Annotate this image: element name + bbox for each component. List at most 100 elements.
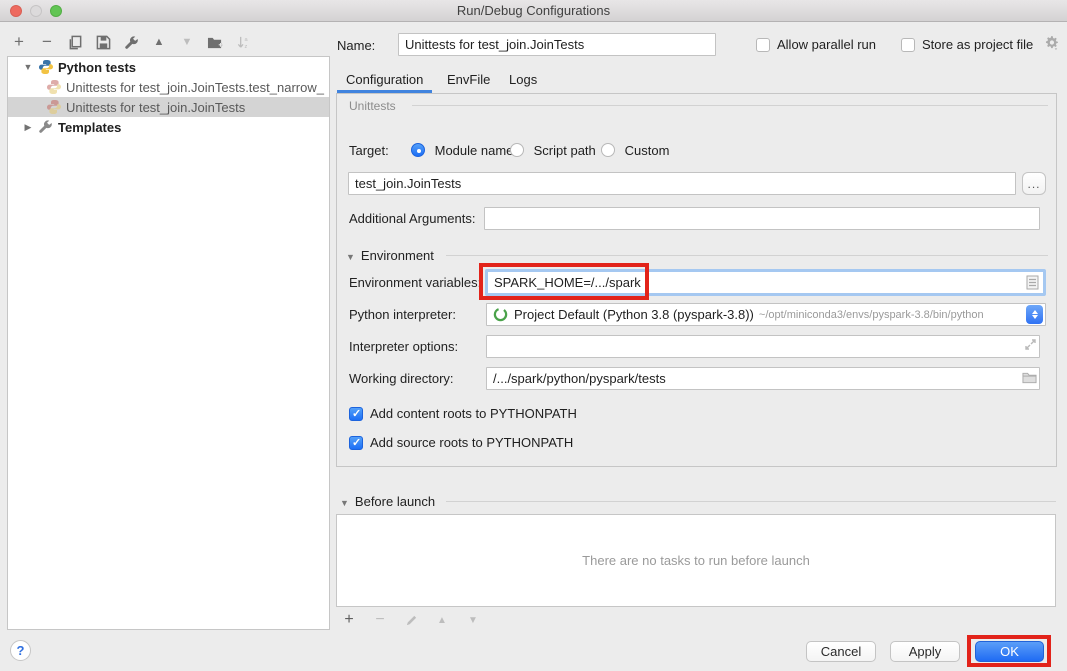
unittests-group-divider (412, 105, 1048, 106)
store-as-project-file-checkbox[interactable]: Store as project file (901, 37, 1033, 52)
browse-folder-icon[interactable] (1022, 371, 1037, 387)
target-value-input[interactable] (348, 172, 1016, 195)
allow-parallel-run-checkbox[interactable]: Allow parallel run (756, 37, 876, 52)
tree-item-label: Unittests for test_join.JoinTests.test_n… (66, 80, 324, 95)
environment-group-header[interactable]: ▼ Environment (346, 248, 434, 263)
tab-envfile[interactable]: EnvFile (447, 72, 490, 87)
close-window-button[interactable] (10, 5, 22, 17)
minimize-window-button[interactable] (30, 5, 42, 17)
configurations-toolbar: + − ▲ ▼ az (10, 30, 252, 54)
source-roots-label: Add source roots to PYTHONPATH (370, 435, 573, 450)
tree-item-label: Templates (58, 120, 121, 135)
python-interpreter-value: Project Default (Python 3.8 (pyspark-3.8… (514, 307, 754, 322)
remove-configuration-button[interactable]: − (38, 33, 56, 51)
move-down-icon: ▼ (178, 33, 196, 51)
target-radio-script-path[interactable]: Script path (510, 143, 596, 158)
tab-configuration[interactable]: Configuration (346, 72, 423, 87)
store-options-gear-icon[interactable] (1043, 34, 1060, 54)
interpreter-options-label: Interpreter options: (349, 339, 458, 354)
before-launch-toolbar: + − ▲ ▼ (340, 611, 482, 629)
expand-field-icon[interactable] (1024, 338, 1037, 354)
name-input[interactable] (398, 33, 716, 56)
move-task-down-icon: ▼ (464, 611, 482, 629)
additional-arguments-input[interactable] (484, 207, 1040, 230)
add-source-roots-checkbox[interactable]: Add source roots to PYTHONPATH (349, 435, 573, 450)
add-configuration-button[interactable]: + (10, 33, 28, 51)
radio-unselected[interactable] (510, 143, 524, 157)
edit-task-pencil-icon (402, 611, 420, 629)
collapsed-chevron-icon[interactable]: ▶ (22, 122, 34, 133)
svg-text:z: z (244, 44, 247, 50)
before-launch-empty-text: There are no tasks to run before launch (582, 553, 810, 568)
checkbox-box[interactable] (756, 38, 770, 52)
collapse-triangle-icon[interactable]: ▼ (340, 498, 349, 508)
target-radio-custom[interactable]: Custom (601, 143, 669, 158)
before-launch-label: Before launch (355, 494, 435, 509)
tree-item-python-tests[interactable]: ▼ Python tests (8, 57, 329, 77)
add-task-button[interactable]: + (340, 611, 358, 629)
store-as-project-file-label: Store as project file (922, 37, 1033, 52)
add-content-roots-checkbox[interactable]: Add content roots to PYTHONPATH (349, 406, 577, 421)
help-button[interactable]: ? (10, 640, 31, 661)
python-test-config-icon (46, 99, 62, 115)
zoom-window-button[interactable] (50, 5, 62, 17)
python-icon (38, 59, 54, 75)
browse-target-button[interactable]: ... (1022, 172, 1046, 195)
window-title: Run/Debug Configurations (0, 0, 1067, 21)
allow-parallel-run-label: Allow parallel run (777, 37, 876, 52)
python-interpreter-label: Python interpreter: (349, 307, 456, 322)
target-option-label: Module name (435, 143, 514, 158)
python-interpreter-select[interactable]: Project Default (Python 3.8 (pyspark-3.8… (486, 303, 1046, 326)
templates-wrench-icon (38, 119, 54, 135)
browse-env-variables-icon[interactable] (1026, 275, 1039, 293)
svg-text:a: a (244, 37, 248, 43)
additional-arguments-label: Additional Arguments: (349, 211, 475, 226)
environment-variables-label: Environment variables: (349, 275, 481, 290)
radio-unselected[interactable] (601, 143, 615, 157)
interpreter-options-input[interactable] (486, 335, 1040, 358)
working-directory-input[interactable] (486, 367, 1040, 390)
checkbox-box-checked[interactable] (349, 407, 363, 421)
expanded-chevron-icon[interactable]: ▼ (22, 62, 34, 72)
environment-group-divider (446, 255, 1048, 256)
target-option-label: Custom (625, 143, 670, 158)
move-task-up-icon: ▲ (433, 611, 451, 629)
tree-item-templates[interactable]: ▶ Templates (8, 117, 329, 137)
edit-templates-wrench-icon[interactable] (122, 33, 140, 51)
title-bar: Run/Debug Configurations (0, 0, 1067, 22)
save-configuration-icon[interactable] (94, 33, 112, 51)
python-interpreter-path: ~/opt/miniconda3/envs/pyspark-3.8/bin/py… (759, 309, 1026, 321)
tree-item-label: Python tests (58, 60, 136, 75)
copy-configuration-icon[interactable] (66, 33, 84, 51)
before-launch-task-list[interactable]: There are no tasks to run before launch (336, 514, 1056, 607)
python-test-config-icon (46, 79, 62, 95)
tree-item-label: Unittests for test_join.JoinTests (66, 100, 245, 115)
tab-logs[interactable]: Logs (509, 72, 537, 87)
environment-group-label: Environment (361, 248, 434, 263)
dropdown-spinner-icon[interactable] (1026, 305, 1043, 324)
working-directory-label: Working directory: (349, 371, 454, 386)
remove-task-icon: − (371, 611, 389, 629)
target-label: Target: (349, 143, 389, 158)
tree-item-unittests-test-narrow[interactable]: Unittests for test_join.JoinTests.test_n… (8, 77, 329, 97)
target-radio-module-name[interactable]: Module name (411, 143, 513, 158)
checkbox-box[interactable] (901, 38, 915, 52)
environment-variables-input[interactable] (488, 272, 1043, 293)
new-folder-icon[interactable] (206, 33, 224, 51)
ok-button[interactable]: OK (975, 641, 1044, 662)
target-option-label: Script path (534, 143, 596, 158)
content-roots-label: Add content roots to PYTHONPATH (370, 406, 577, 421)
before-launch-header[interactable]: ▼ Before launch (340, 494, 435, 509)
sort-configurations-icon: az (234, 33, 252, 51)
move-up-icon[interactable]: ▲ (150, 33, 168, 51)
apply-button[interactable]: Apply (890, 641, 960, 662)
configurations-tree: ▼ Python tests Unittests for test_join.J… (7, 56, 330, 630)
checkbox-box-checked[interactable] (349, 436, 363, 450)
tree-item-unittests-jointests-selected[interactable]: Unittests for test_join.JoinTests (8, 97, 329, 117)
radio-selected[interactable] (411, 143, 425, 157)
unittests-group-label: Unittests (349, 99, 396, 113)
collapse-triangle-icon[interactable]: ▼ (346, 252, 355, 262)
cancel-button[interactable]: Cancel (806, 641, 876, 662)
before-launch-divider (446, 501, 1056, 502)
name-label: Name: (337, 38, 375, 53)
